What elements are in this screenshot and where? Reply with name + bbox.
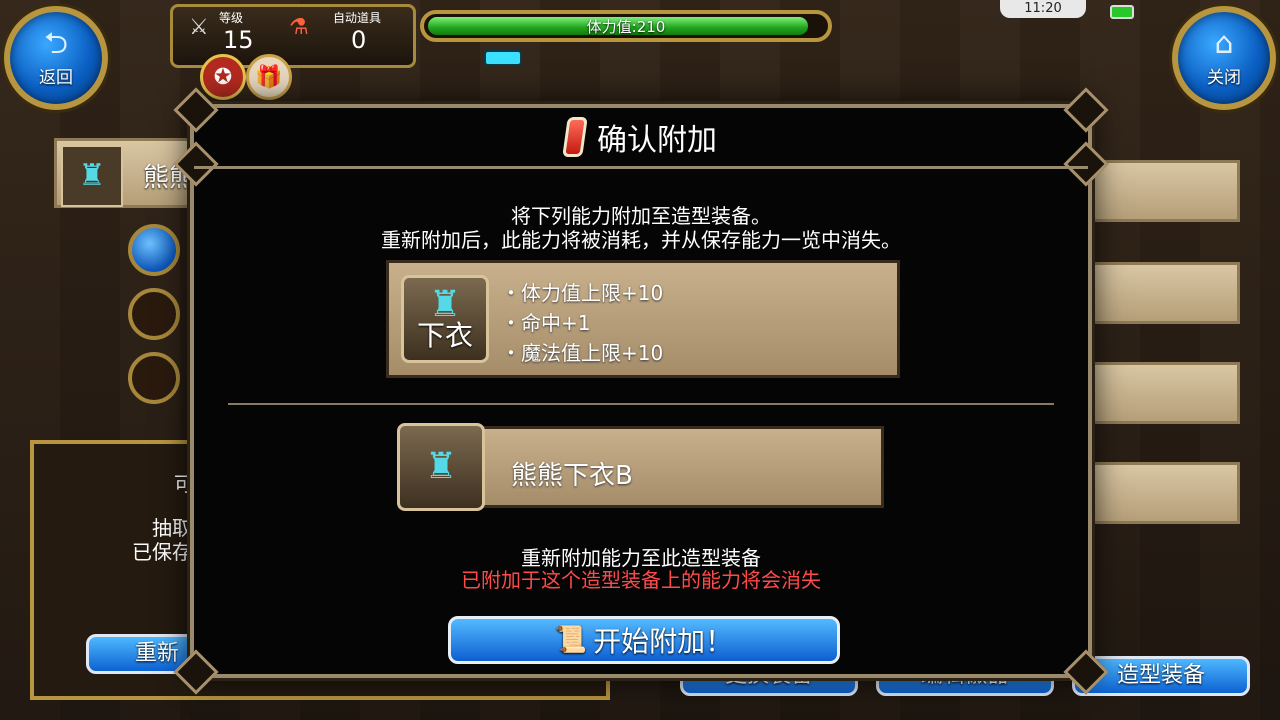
radio-option-2[interactable]: [128, 288, 180, 340]
notice-warning: 已附加于这个造型装备上的能力将会消失: [461, 568, 821, 592]
dialog-title: 确认附加: [597, 123, 717, 158]
auto-item-value: 0: [351, 26, 367, 54]
armor-icon: ♜: [424, 446, 458, 487]
intro-line-2: 重新附加后，此能力将被消耗，并从保存能力一览中消失。: [381, 228, 901, 252]
target-item-card: ♜ 熊熊下衣B: [397, 423, 884, 511]
auto-item-caption: 自动道具: [333, 11, 382, 25]
exclamation-icon: [562, 117, 588, 157]
dialog-header: 确认附加: [194, 108, 1088, 169]
bg-slot-2: [1090, 262, 1240, 324]
bg-slot-4: [1090, 462, 1240, 524]
close-button[interactable]: ⌂ 关闭: [1172, 6, 1276, 110]
tab-costume-equipment-label: 造型装备: [1116, 663, 1205, 688]
ability-line: ・命中+1: [501, 311, 591, 335]
start-attach-label: 开始附加！: [593, 625, 734, 658]
auto-item-stat: ⚗ 自动道具 0: [289, 9, 382, 54]
mp-indicator: [484, 50, 522, 66]
radio-option-3[interactable]: [128, 352, 180, 404]
gift-icon[interactable]: 🎁: [246, 54, 292, 100]
medal-icon[interactable]: ✪: [200, 54, 246, 100]
clock: 11:20: [1000, 0, 1086, 18]
bg-slot-3: [1090, 362, 1240, 424]
level-caption: 等级: [219, 11, 244, 25]
home-icon: ⌂: [1214, 25, 1234, 61]
ability-card: ♜ 下衣 ・体力值上限+10 ・命中+1 ・魔法值上限+10: [386, 260, 900, 378]
divider: [228, 403, 1054, 405]
status-panel: ⚔ 等级 15 ⚗ 自动道具 0: [170, 4, 416, 68]
target-item-name: 熊熊下衣B: [511, 461, 633, 491]
back-button[interactable]: ⮌ 返回: [4, 6, 108, 110]
battery-icon: [1110, 5, 1134, 19]
re-attach-label: 重新: [135, 641, 180, 666]
level-value: 15: [223, 26, 254, 54]
ability-line: ・魔法值上限+10: [501, 341, 664, 365]
confirm-attach-dialog: 确认附加 将下列能力附加至造型装备。 重新附加后，此能力将被消耗，并从保存能力一…: [173, 87, 1109, 695]
bg-slot-1: [1090, 160, 1240, 222]
info-text-3: 已保存: [132, 540, 192, 564]
level-stat: ⚔ 等级 15: [189, 9, 254, 54]
close-label: 关闭: [1207, 67, 1241, 88]
ability-line: ・体力值上限+10: [501, 281, 664, 305]
target-slot: ♜: [397, 423, 485, 511]
start-attach-button[interactable]: 📜 开始附加！: [448, 616, 840, 664]
level-icon: ⚔: [189, 15, 209, 40]
hp-text: 体力值:210: [586, 18, 666, 36]
armor-icon: ♜: [61, 145, 123, 207]
source-slot-label: 下衣: [416, 319, 473, 352]
hp-bar: 体力值:210: [420, 10, 832, 42]
back-label: 返回: [39, 67, 73, 88]
source-slot: ♜ 下衣: [401, 275, 489, 363]
scroll-plus-icon: 📜: [554, 625, 588, 655]
radio-option-1[interactable]: [128, 224, 180, 276]
back-arrow-icon: ⮌: [43, 25, 69, 61]
potion-icon: ⚗: [289, 15, 309, 40]
